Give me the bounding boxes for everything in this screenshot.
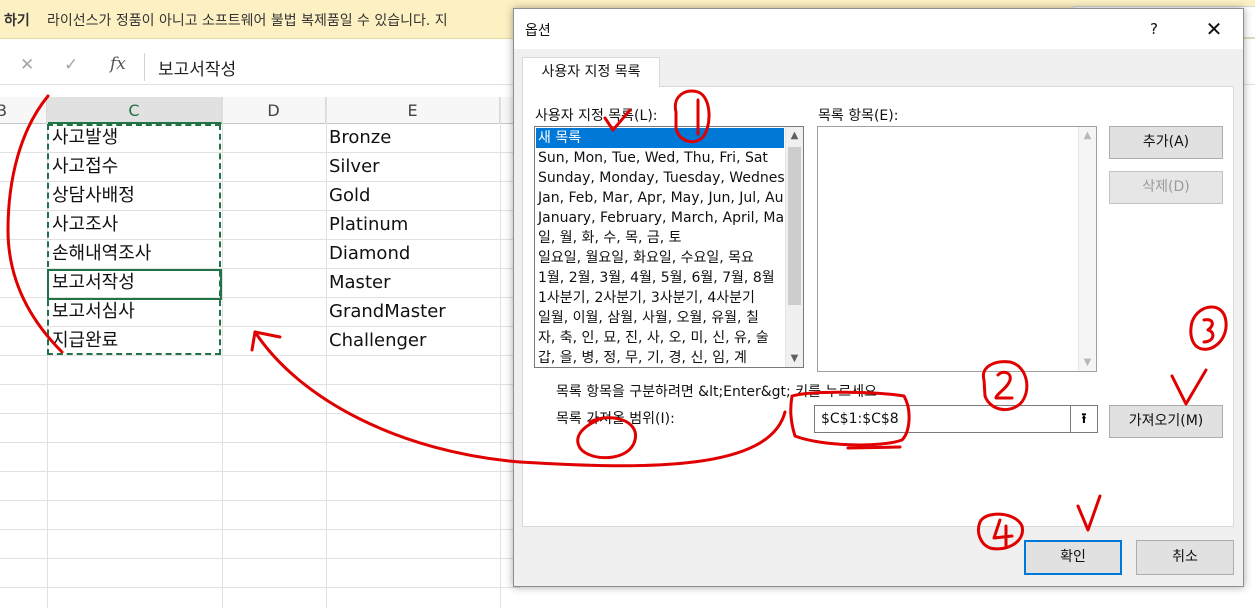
cell-e6[interactable]: Master — [329, 269, 390, 297]
cell-e4[interactable]: Platinum — [329, 211, 408, 239]
cell-e2[interactable]: Silver — [329, 153, 380, 181]
import-range-label: 목록 가져올 범위(I): — [556, 411, 675, 427]
scroll-down-icon: ▼ — [1083, 357, 1092, 368]
custom-lists-scrollbar[interactable]: ▲ ▼ — [785, 127, 803, 367]
column-header-d[interactable]: D — [222, 97, 326, 124]
import-range-input[interactable]: $C$1:$C$8 — [814, 405, 1071, 433]
list-item[interactable]: 1사분기, 2사분기, 3사분기, 4사분기 — [536, 288, 784, 308]
list-item[interactable]: 자, 축, 인, 묘, 진, 사, 오, 미, 신, 유, 술 — [536, 328, 784, 348]
collapse-dialog-icon[interactable]: ⭱ — [1071, 405, 1098, 433]
copy-range-marquee — [47, 124, 221, 355]
list-item-new-list[interactable]: 새 목록 — [536, 128, 784, 148]
scroll-down-icon[interactable]: ▼ — [786, 350, 803, 367]
active-cell-outline — [47, 269, 222, 300]
list-item[interactable]: Sun, Mon, Tue, Wed, Thu, Fri, Sat — [536, 148, 784, 168]
table-row — [0, 356, 520, 385]
list-item[interactable]: 1월, 2월, 3월, 4월, 5월, 6월, 7월, 8월 — [536, 268, 784, 288]
cell-e3[interactable]: Gold — [329, 182, 370, 210]
confirm-edit-icon[interactable]: ✓ — [64, 55, 78, 75]
list-item[interactable]: 일요일, 월요일, 화요일, 수요일, 목요 — [536, 248, 784, 268]
table-row — [0, 472, 520, 501]
insert-function-icon[interactable]: fx — [110, 54, 126, 74]
list-item[interactable]: January, February, March, April, May — [536, 208, 784, 228]
list-entries-label: 목록 항목(E): — [818, 108, 899, 124]
table-row — [0, 501, 520, 530]
import-button[interactable]: 가져오기(M) — [1109, 405, 1223, 438]
table-row — [0, 414, 520, 443]
notice-message: 라이선스가 정품이 아니고 소프트웨어 불법 복제품일 수 있습니다. 지 — [47, 13, 448, 29]
list-entries-scrollbar: ▲ ▼ — [1078, 127, 1096, 371]
cell-e7[interactable]: GrandMaster — [329, 298, 446, 326]
table-row — [0, 385, 520, 414]
excel-window: 하기 라이선스가 정품이 아니고 소프트웨어 불법 복제품일 수 있습니다. 지… — [0, 0, 1255, 608]
list-item[interactable]: Sunday, Monday, Tuesday, Wednesday — [536, 168, 784, 188]
options-dialog: 옵션 ? ✕ 사용자 지정 목록 사용자 지정 목록(L): 목록 항목(E):… — [513, 8, 1244, 587]
list-item[interactable]: 일, 월, 화, 수, 목, 금, 토 — [536, 228, 784, 248]
custom-lists-label: 사용자 지정 목록(L): — [535, 108, 658, 124]
list-item[interactable]: 갑, 을, 병, 정, 무, 기, 경, 신, 임, 계 — [536, 348, 784, 367]
dialog-titlebar[interactable]: 옵션 ? ✕ — [514, 9, 1243, 49]
list-item[interactable]: 일월, 이월, 삼월, 사월, 오월, 유월, 칠 — [536, 308, 784, 328]
cancel-button[interactable]: 취소 — [1136, 540, 1234, 575]
tab-custom-lists[interactable]: 사용자 지정 목록 — [522, 57, 660, 87]
table-row — [0, 588, 520, 608]
formula-input[interactable]: 보고서작성 — [158, 55, 236, 80]
custom-lists-listbox[interactable]: 새 목록 Sun, Mon, Tue, Wed, Thu, Fri, Sat S… — [534, 126, 804, 368]
add-button[interactable]: 추가(A) — [1109, 126, 1223, 159]
cell-e1[interactable]: Bronze — [329, 124, 391, 152]
help-icon[interactable]: ? — [1139, 17, 1169, 41]
close-icon[interactable]: ✕ — [1199, 15, 1229, 43]
notice-prefix: 하기 — [4, 13, 30, 29]
list-item[interactable]: Jan, Feb, Mar, Apr, May, Jun, Jul, Aug — [536, 188, 784, 208]
cell-e5[interactable]: Diamond — [329, 240, 410, 268]
delete-button[interactable]: 삭제(D) — [1109, 171, 1223, 204]
custom-lists-items: 새 목록 Sun, Mon, Tue, Wed, Thu, Fri, Sat S… — [536, 128, 784, 367]
column-header-b[interactable]: B — [0, 97, 47, 124]
scroll-thumb[interactable] — [788, 147, 801, 305]
dialog-title: 옵션 — [525, 23, 551, 39]
column-header-c[interactable]: C — [47, 97, 222, 124]
table-row — [0, 443, 520, 472]
formula-separator — [144, 53, 145, 81]
cancel-edit-icon[interactable]: ✕ — [20, 55, 34, 75]
column-header-e[interactable]: E — [326, 97, 500, 124]
list-entries-textarea[interactable]: ▲ ▼ — [817, 126, 1097, 372]
scroll-up-icon[interactable]: ▲ — [786, 127, 803, 144]
cell-e8[interactable]: Challenger — [329, 327, 426, 355]
table-row — [0, 559, 520, 588]
scroll-up-icon: ▲ — [1083, 130, 1092, 141]
table-row — [0, 530, 520, 559]
ok-button[interactable]: 확인 — [1024, 540, 1122, 575]
entries-hint: 목록 항목을 구분하려면 &lt;Enter&gt; 키를 누르세요 — [556, 384, 877, 400]
